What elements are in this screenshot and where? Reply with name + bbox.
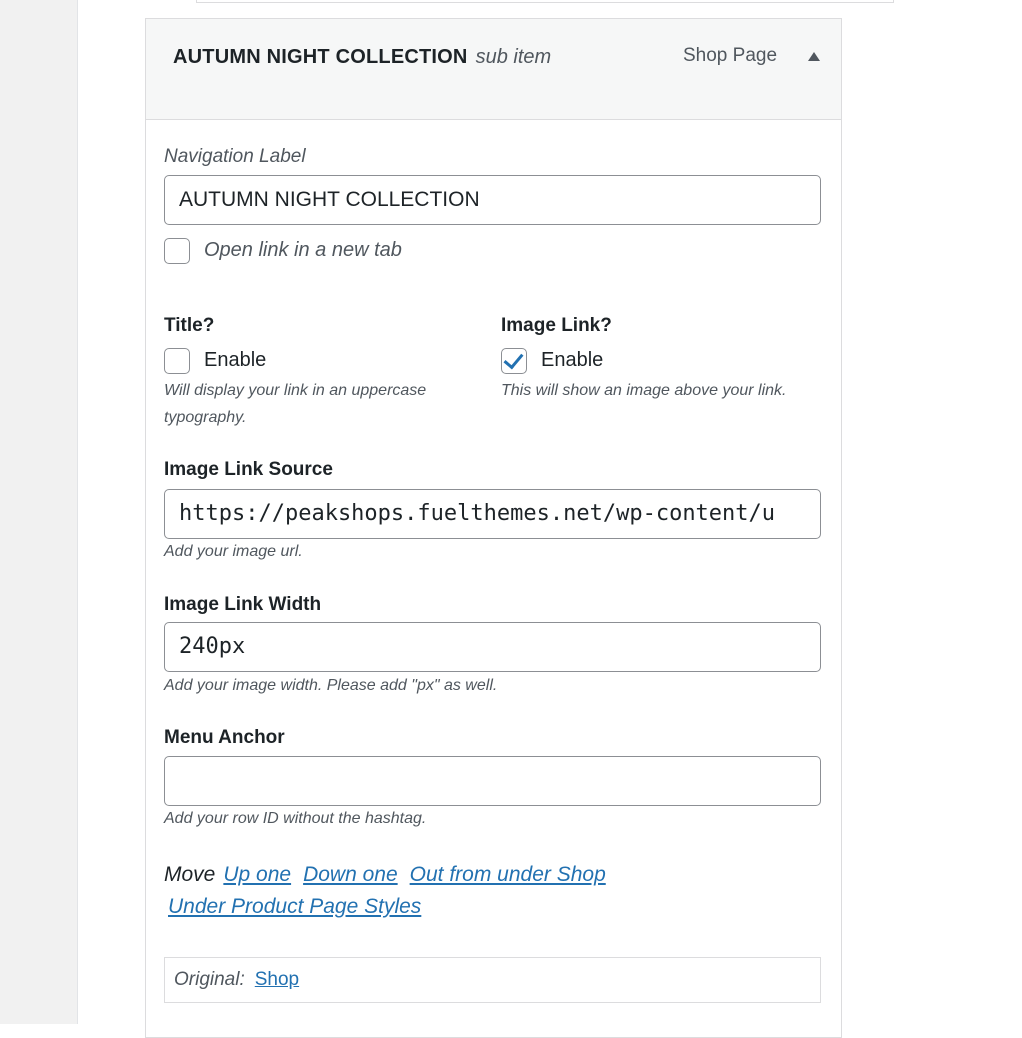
check-icon bbox=[503, 348, 524, 370]
image-width-description: Add your image width. Please add "px" as… bbox=[164, 677, 498, 694]
original-box: Original: Shop bbox=[164, 957, 821, 1003]
move-up-link[interactable]: Up one bbox=[223, 863, 291, 886]
menu-item-title: AUTUMN NIGHT COLLECTION sub item bbox=[173, 41, 553, 73]
item-toggle-button[interactable] bbox=[796, 41, 832, 71]
move-controls: Move Up one Down one Out from under Shop bbox=[164, 859, 606, 891]
move-under-link[interactable]: Under Product Page Styles bbox=[168, 895, 421, 918]
menu-item-settings: Navigation Label AUTUMN NIGHT COLLECTION… bbox=[146, 119, 841, 1037]
title-description: Will display your link in an uppercase t… bbox=[164, 382, 427, 426]
menu-item-type: Shop Page bbox=[683, 45, 778, 66]
previous-menu-item-edge bbox=[196, 0, 894, 3]
image-link-enable-label: Enable bbox=[541, 349, 604, 371]
image-source-description: Add your image url. bbox=[164, 543, 303, 560]
menu-anchor-label: Menu Anchor bbox=[164, 727, 285, 748]
move-out-link[interactable]: Out from under Shop bbox=[410, 863, 606, 886]
menu-item-panel: AUTUMN NIGHT COLLECTION sub item Shop Pag… bbox=[145, 18, 842, 1038]
image-width-input[interactable]: 240px bbox=[164, 622, 821, 672]
title-enable-checkbox[interactable] bbox=[164, 348, 190, 374]
move-down-link[interactable]: Down one bbox=[303, 863, 398, 886]
image-link-description: This will show an image above your link. bbox=[501, 382, 787, 399]
new-tab-label: Open link in a new tab bbox=[204, 239, 402, 261]
image-source-label: Image Link Source bbox=[164, 459, 333, 480]
original-link[interactable]: Shop bbox=[255, 969, 299, 990]
title-enable-label: Enable bbox=[204, 349, 267, 371]
menu-anchor-input[interactable] bbox=[164, 756, 821, 806]
menu-item-handle[interactable]: AUTUMN NIGHT COLLECTION sub item Shop Pag… bbox=[146, 19, 841, 120]
move-label: Move bbox=[164, 863, 216, 886]
image-source-input[interactable]: https://peakshops.fuelthemes.net/wp-cont… bbox=[164, 489, 821, 539]
image-link-enable-checkbox[interactable] bbox=[501, 348, 527, 374]
admin-sidebar-edge bbox=[0, 0, 78, 1024]
image-link-heading: Image Link? bbox=[501, 315, 612, 336]
new-tab-checkbox[interactable] bbox=[164, 238, 190, 264]
title-heading: Title? bbox=[164, 315, 215, 336]
original-label: Original: bbox=[174, 969, 245, 990]
menu-anchor-description: Add your row ID without the hashtag. bbox=[164, 810, 427, 827]
image-width-label: Image Link Width bbox=[164, 594, 322, 615]
menu-item-subtitle: sub item bbox=[475, 46, 552, 68]
triangle-up-icon bbox=[808, 51, 820, 61]
nav-label-label: Navigation Label bbox=[164, 146, 306, 167]
move-controls-row2: Under Product Page Styles bbox=[168, 891, 421, 923]
menu-item-name: AUTUMN NIGHT COLLECTION bbox=[173, 46, 468, 68]
nav-label-input[interactable]: AUTUMN NIGHT COLLECTION bbox=[164, 175, 821, 225]
